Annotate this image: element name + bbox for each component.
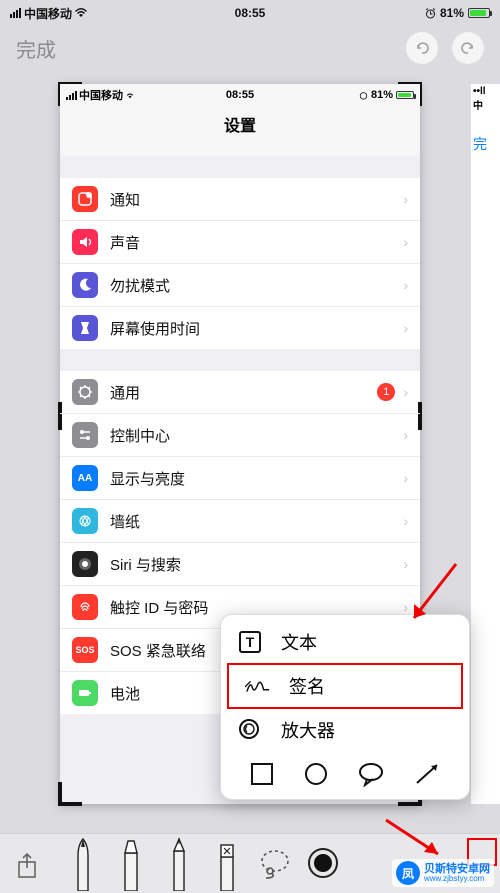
chevron-right-icon: › bbox=[403, 234, 408, 250]
chevron-right-icon: › bbox=[403, 427, 408, 443]
settings-row-label: Siri 与搜索 bbox=[110, 554, 403, 575]
peek-carrier: ••ll 中 bbox=[471, 84, 500, 114]
inner-battery-pct: 81% bbox=[371, 89, 393, 101]
watermark-name: 贝斯特安卓网 bbox=[424, 864, 490, 875]
settings-group-1: 通知›声音›勿扰模式›屏幕使用时间› bbox=[60, 178, 420, 349]
settings-row-label: 通知 bbox=[110, 189, 403, 210]
chevron-right-icon: › bbox=[403, 470, 408, 486]
settings-row-icon bbox=[72, 422, 98, 448]
undo-button[interactable] bbox=[406, 32, 438, 64]
menu-label-magnifier: 放大器 bbox=[281, 717, 335, 743]
chevron-right-icon: › bbox=[403, 277, 408, 293]
settings-row-icon bbox=[72, 680, 98, 706]
settings-row-icon bbox=[72, 551, 98, 577]
annotation-arrow-1 bbox=[404, 560, 464, 630]
settings-row-icon: AA bbox=[72, 465, 98, 491]
alarm-icon bbox=[425, 8, 436, 19]
chevron-right-icon: › bbox=[403, 384, 408, 400]
settings-row-label: 勿扰模式 bbox=[110, 275, 403, 296]
settings-row-icon bbox=[72, 272, 98, 298]
settings-row-label: 墙纸 bbox=[110, 511, 403, 532]
shape-circle[interactable] bbox=[303, 761, 329, 787]
svg-text:T: T bbox=[246, 634, 255, 650]
menu-label-text: 文本 bbox=[281, 629, 317, 655]
settings-row[interactable]: Siri 与搜索› bbox=[60, 543, 420, 586]
carrier-label: 中国移动 bbox=[24, 5, 72, 22]
wifi-icon bbox=[75, 8, 87, 18]
markup-nav-bar: 完成 bbox=[0, 26, 500, 74]
settings-row-label: 屏幕使用时间 bbox=[110, 318, 403, 339]
crop-handle-bl[interactable] bbox=[58, 782, 82, 806]
badge: 1 bbox=[377, 383, 395, 401]
watermark-url: www.zjbstyy.com bbox=[424, 875, 490, 883]
shape-square[interactable] bbox=[249, 761, 275, 787]
settings-row-label: 声音 bbox=[110, 232, 403, 253]
signal-icon bbox=[10, 8, 21, 18]
settings-row-icon bbox=[72, 229, 98, 255]
settings-row[interactable]: 墙纸› bbox=[60, 500, 420, 543]
settings-row[interactable]: 勿扰模式› bbox=[60, 264, 420, 307]
marker-tool[interactable] bbox=[112, 835, 150, 891]
shape-picker-row bbox=[221, 751, 469, 793]
magnifier-icon bbox=[237, 717, 263, 743]
watermark: 凤 贝斯特安卓网 www.zjbstyy.com bbox=[392, 859, 494, 887]
pencil-tool[interactable] bbox=[160, 835, 198, 891]
chevron-right-icon: › bbox=[403, 191, 408, 207]
annotation-arrow-2 bbox=[380, 816, 450, 864]
menu-item-magnifier[interactable]: 放大器 bbox=[221, 709, 469, 751]
chevron-right-icon: › bbox=[403, 320, 408, 336]
menu-item-signature[interactable]: 签名 bbox=[227, 663, 463, 709]
pen-tool[interactable] bbox=[64, 835, 102, 891]
inner-time: 08:55 bbox=[226, 89, 254, 101]
signature-icon bbox=[245, 673, 271, 699]
settings-title: 设置 bbox=[60, 106, 420, 156]
settings-row-icon: SOS bbox=[72, 637, 98, 663]
next-screenshot-peek[interactable]: ••ll 中 完 bbox=[470, 84, 500, 804]
settings-row-icon bbox=[72, 508, 98, 534]
settings-row[interactable]: 通知› bbox=[60, 178, 420, 221]
menu-label-signature: 签名 bbox=[289, 673, 325, 699]
settings-row-label: 通用 bbox=[110, 382, 377, 403]
inner-status-bar: 中国移动 08:55 81% bbox=[60, 84, 420, 106]
alarm-icon bbox=[359, 91, 368, 100]
settings-row[interactable]: AA 显示与亮度› bbox=[60, 457, 420, 500]
watermark-logo-icon: 凤 bbox=[396, 861, 420, 885]
text-icon: T bbox=[237, 629, 263, 655]
share-button[interactable] bbox=[12, 849, 42, 883]
peek-done: 完 bbox=[471, 114, 500, 154]
shape-arrow[interactable] bbox=[413, 761, 441, 787]
settings-row-icon bbox=[72, 594, 98, 620]
lasso-tool[interactable] bbox=[256, 835, 294, 891]
settings-row[interactable]: 通用1 › bbox=[60, 371, 420, 414]
markup-add-menu: T 文本 签名 放大器 bbox=[220, 614, 470, 800]
status-time: 08:55 bbox=[235, 6, 266, 20]
done-button[interactable]: 完成 bbox=[16, 34, 56, 63]
chevron-right-icon: › bbox=[403, 513, 408, 529]
signal-icon bbox=[66, 91, 77, 100]
shape-speech-bubble[interactable] bbox=[357, 761, 385, 787]
battery-pct: 81% bbox=[440, 6, 464, 20]
settings-row-icon bbox=[72, 379, 98, 405]
eraser-tool[interactable] bbox=[208, 835, 246, 891]
color-tool[interactable] bbox=[304, 835, 342, 891]
battery-icon bbox=[396, 91, 414, 99]
settings-row[interactable]: 屏幕使用时间› bbox=[60, 307, 420, 349]
settings-row-icon bbox=[72, 315, 98, 341]
settings-row-icon bbox=[72, 186, 98, 212]
settings-row[interactable]: 声音› bbox=[60, 221, 420, 264]
wifi-icon bbox=[125, 91, 135, 99]
settings-row-label: 控制中心 bbox=[110, 425, 403, 446]
redo-button[interactable] bbox=[452, 32, 484, 64]
settings-row-label: 显示与亮度 bbox=[110, 468, 403, 489]
inner-carrier: 中国移动 bbox=[79, 87, 123, 103]
outer-status-bar: 中国移动 08:55 81% bbox=[0, 0, 500, 26]
battery-icon bbox=[468, 8, 490, 18]
settings-row[interactable]: 控制中心› bbox=[60, 414, 420, 457]
